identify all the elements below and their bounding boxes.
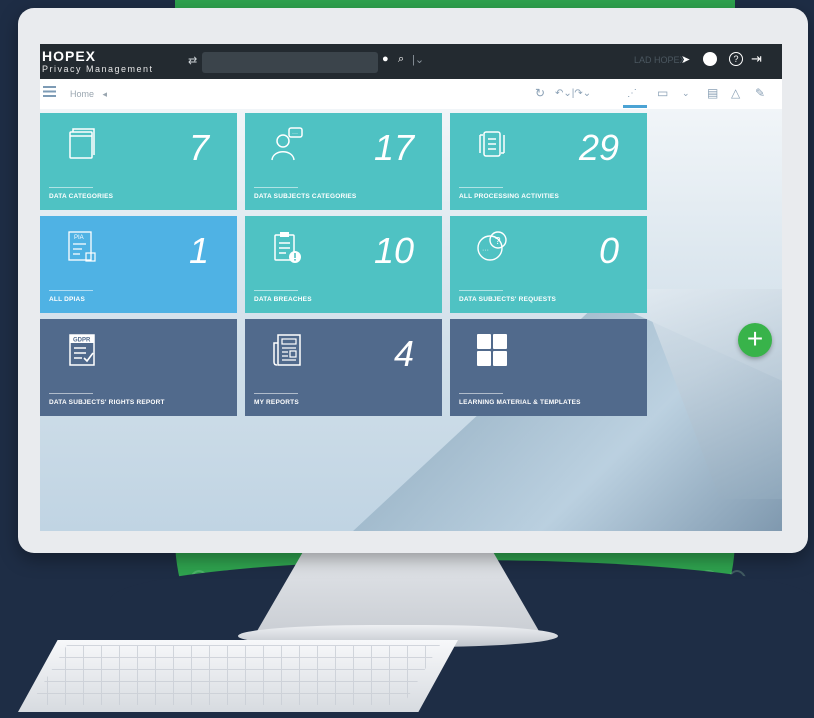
tile-label: ALL PROCESSING ACTIVITIES: [459, 193, 559, 200]
tile-divider: [459, 393, 503, 394]
user-name: LAD HOPEX: [634, 55, 686, 65]
tile-count: 7: [188, 127, 209, 168]
breadcrumb-home[interactable]: Home ◂: [70, 89, 107, 100]
tile-all-processing-activities[interactable]: 29 ALL PROCESSING ACTIVITIES: [450, 113, 647, 210]
tile-label: DATA SUBJECTS' RIGHTS REPORT: [49, 399, 165, 406]
grid-tiles-icon: [477, 334, 507, 366]
tile-divider: [459, 290, 503, 291]
active-tab-indicator: [623, 105, 647, 108]
pia-document-icon: PIA: [68, 231, 96, 262]
tile-divider: [254, 187, 298, 188]
add-button[interactable]: +: [738, 323, 772, 357]
svg-text:PIA: PIA: [74, 235, 84, 241]
tile-label: DATA SUBJECTS CATEGORIES: [254, 193, 357, 200]
top-bar: HOPEX Privacy Management ⇄ ● ⌕ |⌄ LAD HO…: [40, 44, 782, 79]
logout-icon[interactable]: ⇥: [751, 51, 762, 67]
brand-logo: HOPEX: [42, 48, 97, 64]
tile-learning-material-templates[interactable]: LEARNING MATERIAL & TEMPLATES: [450, 319, 647, 416]
tile-label: DATA BREACHES: [254, 296, 312, 303]
question-bubble-icon: ? ···: [477, 231, 507, 261]
tile-divider: [49, 290, 93, 291]
tile-divider: [459, 187, 503, 188]
tile-my-reports[interactable]: 4 MY REPORTS: [245, 319, 442, 416]
info-icon[interactable]: ●: [382, 53, 389, 65]
undo-redo-icon[interactable]: ↶⌄|↷⌄: [555, 88, 591, 99]
keyboard-keys: [30, 645, 440, 705]
tile-count: 4: [393, 333, 414, 374]
tile-data-subjects-rights-report[interactable]: GDPR DATA SUBJECTS' RIGHTS REPORT: [40, 319, 237, 416]
recycle-icon[interactable]: △: [731, 86, 740, 100]
tile-all-dpias[interactable]: PIA 1 ALL DPIAS: [40, 216, 237, 313]
svg-text:?: ?: [495, 236, 501, 247]
search-input[interactable]: [202, 52, 378, 73]
tile-data-subjects-requests[interactable]: ? ··· 0 DATA SUBJECTS' REQUESTS: [450, 216, 647, 313]
clipboard-alert-icon: [274, 232, 301, 263]
document-icon[interactable]: ▤: [707, 86, 718, 100]
pin-icon[interactable]: ➤: [681, 53, 690, 66]
tile-divider: [49, 187, 93, 188]
menu-icon[interactable]: [43, 86, 56, 97]
tile-count: 10: [373, 230, 414, 271]
tile-count: 0: [598, 230, 619, 271]
tile-count: 17: [373, 127, 414, 168]
refresh-icon[interactable]: ↻: [535, 86, 545, 100]
user-avatar-icon[interactable]: [703, 52, 717, 66]
tile-label: DATA SUBJECTS' REQUESTS: [459, 296, 557, 303]
tile-data-categories[interactable]: 7 DATA CATEGORIES: [40, 113, 237, 210]
tile-count: 1: [188, 230, 209, 271]
help-icon[interactable]: ?: [729, 52, 743, 66]
tile-label: MY REPORTS: [254, 399, 299, 406]
svg-text:···: ···: [482, 247, 489, 254]
tile-label: DATA CATEGORIES: [49, 193, 114, 200]
toolbar: Home ◂ ↻ ↶⌄|↷⌄ ⋰ ▭ ⌄ ▤ △ ✎: [40, 79, 782, 110]
display-chevron-icon[interactable]: ⌄: [682, 88, 690, 99]
tile-count: 29: [578, 127, 619, 168]
search-icon[interactable]: ⌕: [398, 53, 404, 66]
brand-subtitle: Privacy Management: [42, 64, 154, 74]
book-icon: [69, 128, 95, 159]
display-icon[interactable]: ▭: [657, 86, 668, 100]
process-flow-icon: [479, 131, 505, 157]
app-screen: HOPEX Privacy Management ⇄ ● ⌕ |⌄ LAD HO…: [40, 44, 782, 531]
svg-text:···: ···: [292, 131, 298, 137]
tile-label: ALL DPIAS: [49, 296, 85, 303]
newspaper-icon: [273, 334, 301, 366]
tile-data-breaches[interactable]: 10 DATA BREACHES: [245, 216, 442, 313]
person-chat-icon: ···: [271, 127, 303, 161]
activity-icon[interactable]: ⋰: [627, 88, 637, 99]
svg-text:GDPR: GDPR: [73, 338, 91, 344]
edit-note-icon[interactable]: ✎: [755, 86, 765, 100]
search-options-chevron-icon[interactable]: |⌄: [412, 53, 424, 66]
tile-divider: [49, 393, 93, 394]
gdpr-document-icon: GDPR: [69, 334, 95, 366]
tile-data-subjects-categories[interactable]: ··· 17 DATA SUBJECTS CATEGORIES: [245, 113, 442, 210]
tile-label: LEARNING MATERIAL & TEMPLATES: [459, 399, 581, 406]
switch-icon[interactable]: ⇄: [188, 54, 197, 67]
tile-divider: [254, 393, 298, 394]
tile-divider: [254, 290, 298, 291]
